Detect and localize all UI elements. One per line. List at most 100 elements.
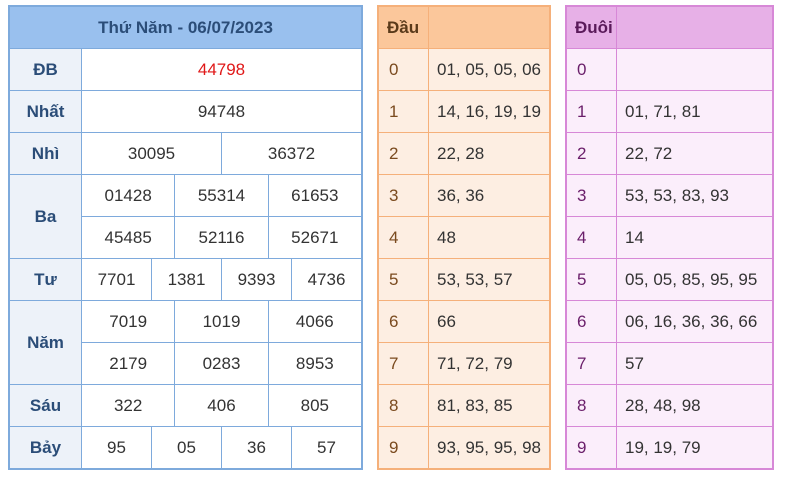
prize-label: Ba — [10, 175, 82, 258]
prize-number: 805 — [267, 385, 361, 426]
prize-label: Tư — [10, 259, 82, 300]
prize-number: 05 — [151, 427, 221, 468]
head-digit: 3 — [379, 175, 429, 216]
tail-table-header: Đuôi — [567, 7, 772, 49]
head-values: 66 — [437, 311, 456, 331]
head-digit: 8 — [379, 385, 429, 426]
prize-number: 01428 — [104, 185, 152, 205]
prize-label: Năm — [10, 301, 82, 384]
prize-row-third: Ba 01428 55314 61653 45485 52116 52671 — [10, 175, 361, 259]
results-table: Thứ Năm - 06/07/2023 ĐB 44798 Nhất 94748… — [8, 5, 363, 470]
tail-row: 1 01, 71, 81 — [567, 91, 772, 133]
head-values: 14, 16, 19, 19 — [437, 101, 541, 121]
prize-number: 1019 — [174, 301, 267, 342]
prize-number: 95 — [107, 437, 126, 457]
tail-row: 9 19, 19, 79 — [567, 427, 772, 468]
prize-number: 9393 — [221, 259, 291, 300]
tail-values: 57 — [625, 353, 644, 373]
head-header-value — [429, 7, 549, 48]
tail-values: 19, 19, 79 — [625, 437, 701, 457]
prize-number: 44798 — [197, 59, 246, 79]
tail-values: 01, 71, 81 — [625, 101, 701, 121]
prize-label: Nhì — [10, 133, 82, 174]
head-values: 81, 83, 85 — [437, 395, 513, 415]
tail-digit: 0 — [567, 49, 617, 90]
tail-values — [617, 49, 772, 90]
tail-row: 4 14 — [567, 217, 772, 259]
tail-row: 5 05, 05, 85, 95, 95 — [567, 259, 772, 301]
tail-digit: 9 — [567, 427, 617, 468]
tail-digit: 7 — [567, 343, 617, 384]
tail-digit: 5 — [567, 259, 617, 300]
head-digit: 0 — [379, 49, 429, 90]
head-values: 48 — [437, 227, 456, 247]
tail-values: 28, 48, 98 — [625, 395, 701, 415]
prize-number: 94748 — [197, 101, 246, 121]
head-digit: 9 — [379, 427, 429, 468]
head-digit: 5 — [379, 259, 429, 300]
tail-values: 14 — [625, 227, 644, 247]
prize-label: Nhất — [10, 91, 82, 132]
tail-digit-table: Đuôi 0 1 01, 71, 81 2 22, 72 3 53, 53, 83, … — [565, 5, 774, 470]
prize-row-fourth: Tư 7701 1381 9393 4736 — [10, 259, 361, 301]
prize-number: 7701 — [97, 269, 136, 289]
tail-row: 0 — [567, 49, 772, 91]
prize-row-sixth: Sáu 322 406 805 — [10, 385, 361, 427]
head-digit: 4 — [379, 217, 429, 258]
head-row: 7 71, 72, 79 — [379, 343, 549, 385]
prize-number: 4066 — [267, 301, 361, 342]
head-values: 93, 95, 95, 98 — [437, 437, 541, 457]
tail-values: 05, 05, 85, 95, 95 — [625, 269, 758, 289]
tail-values: 53, 53, 83, 93 — [625, 185, 729, 205]
head-values: 36, 36 — [437, 185, 485, 205]
head-header-label: Đầu — [379, 7, 429, 48]
prize-number: 52671 — [267, 217, 361, 258]
prize-number: 55314 — [174, 175, 267, 216]
prize-number: 36 — [221, 427, 291, 468]
head-values: 22, 28 — [437, 143, 485, 163]
head-row: 5 53, 53, 57 — [379, 259, 549, 301]
tail-values: 22, 72 — [625, 143, 673, 163]
tail-row: 2 22, 72 — [567, 133, 772, 175]
head-digit: 6 — [379, 301, 429, 342]
prize-row-seventh: Bảy 95 05 36 57 — [10, 427, 361, 468]
head-values: 71, 72, 79 — [437, 353, 513, 373]
tail-digit: 8 — [567, 385, 617, 426]
tail-digit: 4 — [567, 217, 617, 258]
head-row: 0 01, 05, 05, 06 — [379, 49, 549, 91]
prize-number: 30095 — [127, 143, 176, 163]
prize-number: 2179 — [109, 353, 148, 373]
head-digit: 1 — [379, 91, 429, 132]
head-row: 4 48 — [379, 217, 549, 259]
head-row: 1 14, 16, 19, 19 — [379, 91, 549, 133]
tail-digit: 1 — [567, 91, 617, 132]
head-digit-table: Đầu 0 01, 05, 05, 06 1 14, 16, 19, 19 2 22,… — [377, 5, 551, 470]
prize-number: 7019 — [109, 311, 148, 331]
tail-header-label: Đuôi — [567, 7, 617, 48]
prize-number: 1381 — [151, 259, 221, 300]
prize-row-second: Nhì 30095 36372 — [10, 133, 361, 175]
prize-number: 8953 — [267, 343, 361, 384]
head-row: 9 93, 95, 95, 98 — [379, 427, 549, 468]
prize-label: Sáu — [10, 385, 82, 426]
head-row: 8 81, 83, 85 — [379, 385, 549, 427]
head-row: 2 22, 28 — [379, 133, 549, 175]
head-digit: 7 — [379, 343, 429, 384]
prize-number: 0283 — [174, 343, 267, 384]
tail-values: 06, 16, 36, 36, 66 — [625, 311, 758, 331]
prize-row-fifth: Năm 7019 1019 4066 2179 0283 8953 — [10, 301, 361, 385]
prize-number: 322 — [113, 395, 143, 415]
prize-number: 36372 — [221, 133, 361, 174]
results-title: Thứ Năm - 06/07/2023 — [10, 7, 361, 49]
prize-row-special: ĐB 44798 — [10, 49, 361, 91]
prize-row-first: Nhất 94748 — [10, 91, 361, 133]
prize-number: 52116 — [174, 217, 267, 258]
tail-digit: 2 — [567, 133, 617, 174]
prize-number: 57 — [291, 427, 361, 468]
tail-row: 6 06, 16, 36, 36, 66 — [567, 301, 772, 343]
head-values: 01, 05, 05, 06 — [437, 59, 541, 79]
prize-number: 406 — [174, 385, 267, 426]
tail-digit: 6 — [567, 301, 617, 342]
tail-row: 8 28, 48, 98 — [567, 385, 772, 427]
tail-row: 3 53, 53, 83, 93 — [567, 175, 772, 217]
